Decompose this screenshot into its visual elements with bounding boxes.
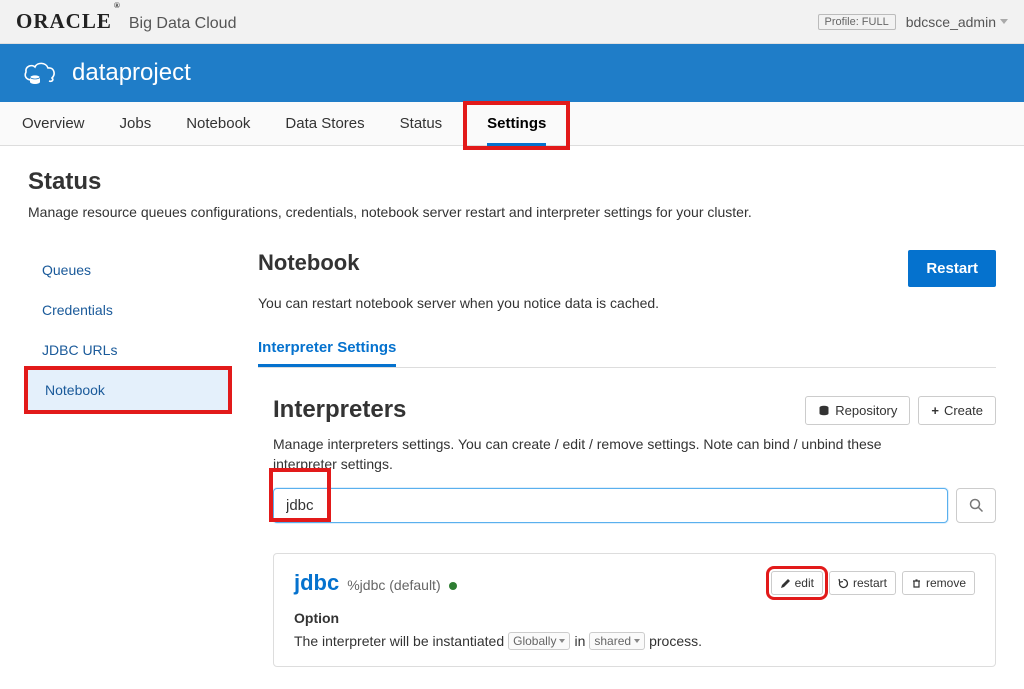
sidebar-item-queues[interactable]: Queues: [28, 250, 228, 290]
tab-overview[interactable]: Overview: [22, 102, 85, 145]
project-name: dataproject: [72, 59, 191, 87]
option-label: Option: [294, 610, 975, 626]
main-nav: Overview Jobs Notebook Data Stores Statu…: [0, 102, 1024, 146]
remove-button[interactable]: remove: [902, 571, 975, 595]
main-content: Notebook Restart You can restart noteboo…: [258, 250, 996, 667]
page-title: Status: [28, 168, 996, 196]
page-description: Manage resource queues configurations, c…: [28, 204, 996, 220]
page-body: Status Manage resource queues configurat…: [0, 146, 1024, 689]
plus-icon: +: [931, 403, 939, 418]
notebook-subtabs: Interpreter Settings: [258, 331, 996, 368]
top-header: ORACLE® Big Data Cloud Profile: FULL bdc…: [0, 0, 1024, 44]
sidebar-item-notebook[interactable]: Notebook: [28, 370, 228, 410]
project-banner: dataproject: [0, 44, 1024, 102]
pencil-icon: [780, 578, 791, 589]
tab-jobs[interactable]: Jobs: [120, 102, 152, 145]
oracle-logo: ORACLE®: [16, 9, 119, 34]
status-dot-icon: [449, 582, 457, 590]
interpreter-alias: %jdbc (default): [347, 577, 440, 593]
interpreter-search-input[interactable]: [273, 488, 948, 523]
repository-button[interactable]: Repository: [805, 396, 910, 425]
trash-icon: [911, 578, 922, 589]
tab-data-stores[interactable]: Data Stores: [285, 102, 364, 145]
user-menu[interactable]: bdcsce_admin: [906, 14, 1008, 30]
cloud-db-icon: [22, 58, 58, 88]
notebook-description: You can restart notebook server when you…: [258, 295, 996, 311]
product-name: Big Data Cloud: [129, 15, 237, 33]
create-button[interactable]: + Create: [918, 396, 996, 425]
sidebar-item-credentials[interactable]: Credentials: [28, 290, 228, 330]
header-right: Profile: FULL bdcsce_admin: [818, 14, 1008, 30]
interpreter-name[interactable]: jdbc: [294, 570, 339, 596]
highlight-box: Notebook: [28, 370, 228, 410]
subtab-interpreter-settings[interactable]: Interpreter Settings: [258, 331, 396, 367]
restart-button[interactable]: Restart: [908, 250, 996, 287]
interpreter-card: jdbc %jdbc (default) edit restart: [273, 553, 996, 667]
chevron-down-icon: [1000, 19, 1008, 24]
user-name: bdcsce_admin: [906, 14, 996, 30]
mode-select[interactable]: shared: [589, 632, 645, 650]
search-button[interactable]: [956, 488, 996, 523]
chevron-down-icon: [634, 639, 640, 643]
restart-interpreter-button[interactable]: restart: [829, 571, 896, 595]
tab-notebook[interactable]: Notebook: [186, 102, 250, 145]
chevron-down-icon: [559, 639, 565, 643]
search-icon: [969, 498, 984, 513]
interpreters-description: Manage interpreters settings. You can cr…: [273, 435, 893, 474]
settings-sidebar: Queues Credentials JDBC URLs Notebook: [28, 250, 228, 410]
brand-area: ORACLE® Big Data Cloud: [16, 9, 236, 34]
profile-badge: Profile: FULL: [818, 14, 896, 30]
database-icon: [818, 405, 830, 417]
sidebar-item-jdbc-urls[interactable]: JDBC URLs: [28, 330, 228, 370]
interpreters-title: Interpreters: [273, 396, 406, 424]
refresh-icon: [838, 578, 849, 589]
tab-settings[interactable]: Settings: [487, 102, 546, 145]
edit-button[interactable]: edit: [771, 571, 823, 595]
option-text: The interpreter will be instantiated Glo…: [294, 632, 975, 650]
tab-status[interactable]: Status: [400, 102, 443, 145]
notebook-section-title: Notebook: [258, 250, 359, 276]
scope-select[interactable]: Globally: [508, 632, 570, 650]
